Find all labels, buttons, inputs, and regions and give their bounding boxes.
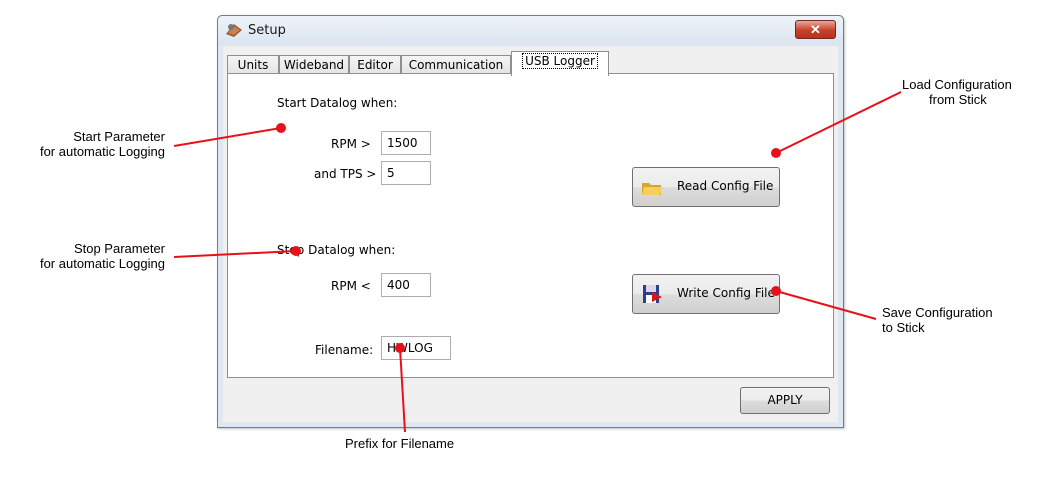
callout-line-1: Stop Parameter <box>73 241 165 256</box>
write-config-label: Write Config File <box>677 286 775 300</box>
callout-prefix-filename: Prefix for Filename <box>345 436 455 451</box>
read-config-button[interactable]: Read Config File <box>632 167 780 207</box>
tab-communication[interactable]: Communication <box>401 55 511 74</box>
filename-input[interactable]: HWLOG <box>381 336 451 360</box>
window-title: Setup <box>248 23 286 38</box>
dialog-client: Units Wideband Editor Communication USB … <box>223 46 838 422</box>
callout-line-2: to Stick <box>882 320 925 335</box>
stop-rpm-label: RPM < <box>331 279 371 293</box>
start-rpm-input[interactable]: 1500 <box>381 131 431 155</box>
callout-save-configuration: Save Configuration to Stick <box>882 305 993 335</box>
folder-icon <box>642 183 662 195</box>
start-rpm-label: RPM > <box>331 137 371 151</box>
filename-label: Filename: <box>315 343 374 357</box>
tab-label: Wideband <box>283 58 345 72</box>
apply-button[interactable]: APPLY <box>740 387 830 414</box>
callout-line-1: Start Parameter <box>73 129 165 144</box>
tab-units[interactable]: Units <box>227 55 279 74</box>
tab-editor[interactable]: Editor <box>349 55 401 74</box>
close-icon: ✕ <box>810 22 821 37</box>
tab-label: Communication <box>408 58 504 72</box>
write-config-button[interactable]: Write Config File <box>632 274 780 314</box>
tab-usb-logger[interactable]: USB Logger <box>511 51 609 76</box>
callout-line-2: from Stick <box>929 92 987 107</box>
callout-line-2: for automatic Logging <box>39 144 165 159</box>
start-datalog-heading: Start Datalog when: <box>277 96 398 110</box>
floppy-disk-icon <box>643 285 662 303</box>
callout-line-1: Save Configuration <box>882 305 993 320</box>
callout-line-1: Load Configuration <box>902 77 1012 92</box>
setup-gear-icon <box>226 24 242 37</box>
tab-label: Units <box>237 58 269 72</box>
stop-datalog-heading: Stop Datalog when: <box>277 243 396 257</box>
usb-logger-panel: Start Datalog when: RPM > 1500 and TPS >… <box>227 73 834 378</box>
start-tps-input[interactable]: 5 <box>381 161 431 185</box>
read-config-label: Read Config File <box>677 179 774 193</box>
stop-rpm-input[interactable]: 400 <box>381 273 431 297</box>
tab-label: Editor <box>357 58 393 72</box>
callout-start-parameter: Start Parameter for automatic Logging <box>40 129 165 159</box>
start-tps-label: and TPS > <box>314 167 377 181</box>
callout-stop-parameter: Stop Parameter for automatic Logging <box>40 241 165 271</box>
callout-load-configuration: Load Configuration from Stick <box>902 77 1012 107</box>
tab-wideband[interactable]: Wideband <box>279 55 349 74</box>
setup-window: Setup ✕ Units Wideband Editor Communicat… <box>217 15 844 428</box>
tab-label: USB Logger <box>522 53 598 69</box>
title-bar[interactable]: Setup ✕ <box>218 16 843 46</box>
close-button[interactable]: ✕ <box>795 20 836 39</box>
callout-line-2: for automatic Logging <box>39 256 165 271</box>
